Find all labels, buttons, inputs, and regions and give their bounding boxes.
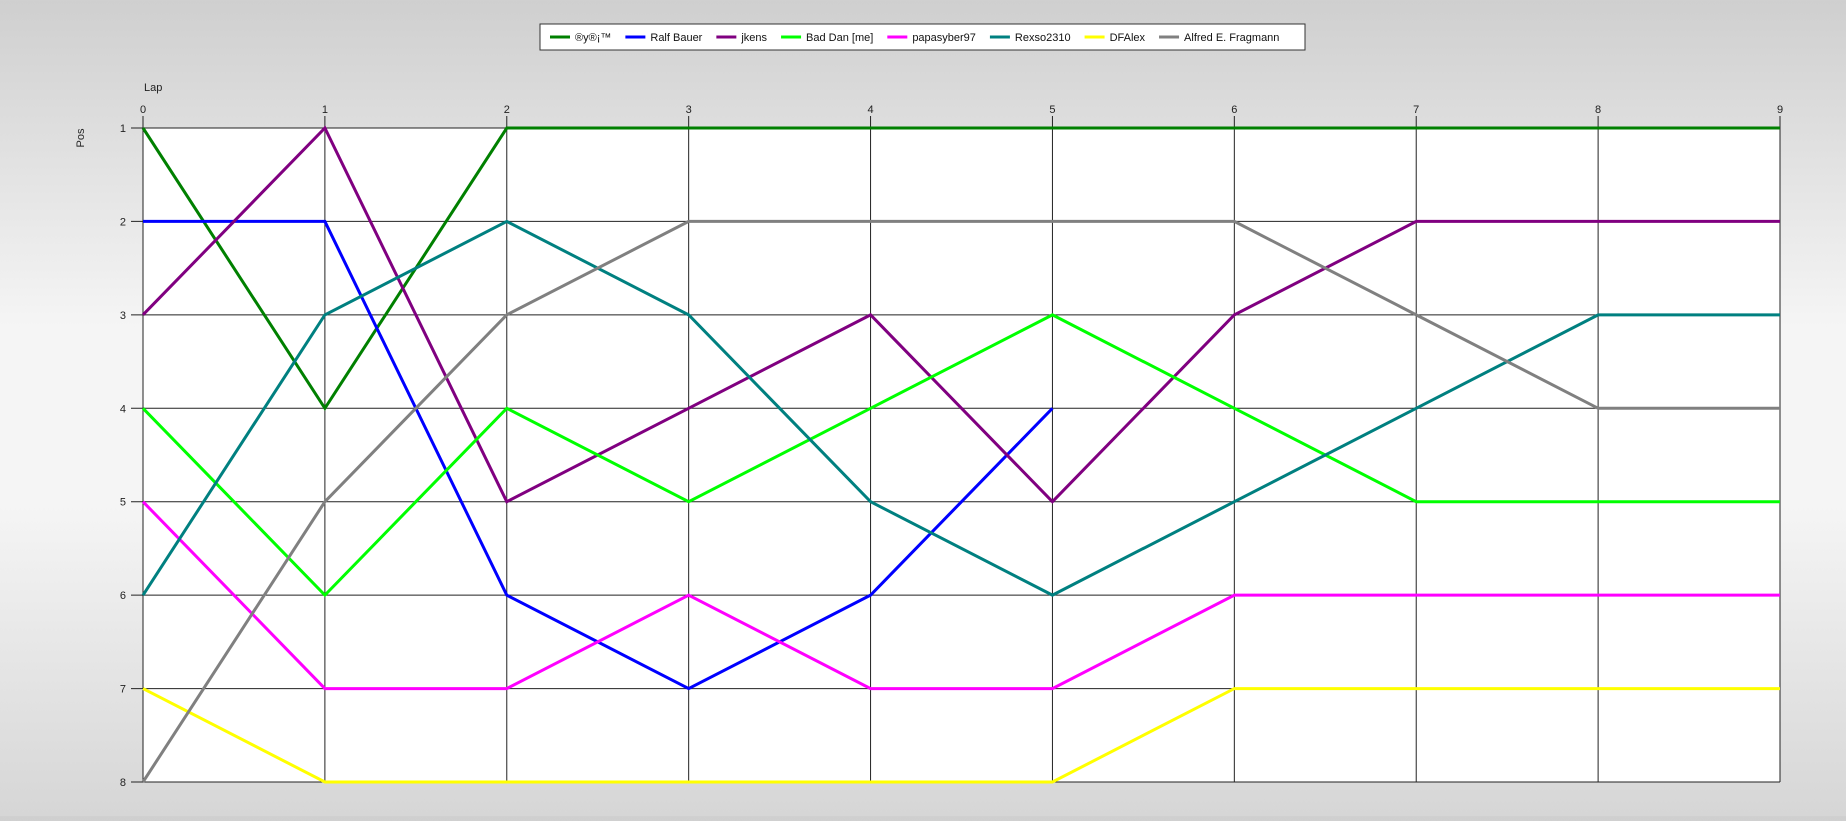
legend-entry: Bad Dan [me] [806,32,873,44]
x-tick-label: 6 [1231,104,1237,116]
legend-entry: ®y®¡™ [575,32,611,44]
x-tick-label: 4 [867,104,873,116]
x-tick-label: 9 [1777,104,1783,116]
x-tick-label: 2 [504,104,510,116]
y-tick-label: 4 [120,403,126,415]
y-tick-label: 2 [120,216,126,228]
legend: ®y®¡™ Ralf Bauer jkens Bad Dan [me] papasybe… [539,23,1306,51]
plot-area [143,128,1780,782]
grid: 0 1 2 3 4 5 6 7 8 9 1 2 3 4 5 6 7 8 [120,104,1783,789]
y-tick-label: 5 [120,497,126,509]
y-axis-label: Pos [75,128,87,147]
y-tick-label: 6 [120,590,126,602]
x-tick-label: 1 [322,104,328,116]
x-axis-label: Lap [144,82,162,94]
y-tick-label: 7 [120,684,126,696]
x-tick-label: 5 [1049,104,1055,116]
chart-canvas: 0 1 2 3 4 5 6 7 8 9 1 2 3 4 5 6 7 8 Lap Pos ®y®¡™ Ralf Bau… [75,23,1783,789]
y-tick-label: 8 [120,777,126,789]
legend-entry: Ralf Bauer [650,32,702,44]
x-tick-label: 3 [686,104,692,116]
x-tick-label: 0 [140,104,146,116]
legend-entry: Alfred E. Fragmann [1184,32,1279,44]
legend-entry: Rexso2310 [1015,32,1071,44]
legend-entry: DFAlex [1110,32,1146,44]
legend-entry: papasyber97 [912,32,976,44]
x-tick-label: 7 [1413,104,1419,116]
lap-position-chart: 0 1 2 3 4 5 6 7 8 9 1 2 3 4 5 6 7 8 Lap Pos ®y®¡™ Ralf Bau… [0,0,1846,816]
x-tick-label: 8 [1595,104,1601,116]
y-tick-label: 1 [120,123,126,135]
y-tick-label: 3 [120,310,126,322]
legend-entry: jkens [740,32,767,44]
